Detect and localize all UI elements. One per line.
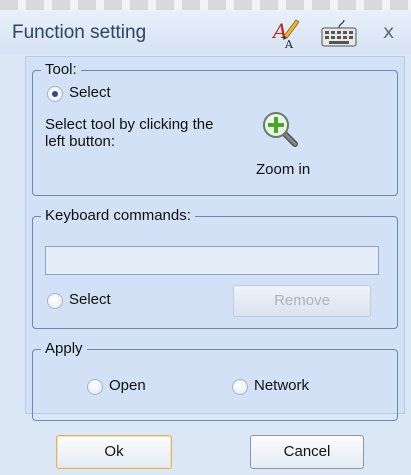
window-title: Function setting bbox=[12, 22, 147, 43]
apply-open-radio[interactable] bbox=[87, 379, 103, 395]
background-strip bbox=[0, 0, 411, 10]
remove-button[interactable]: Remove bbox=[233, 285, 371, 317]
keyboard-icon[interactable] bbox=[320, 20, 358, 48]
keyboard-commands-group: Keyboard commands: Select Remove bbox=[32, 207, 398, 329]
apply-network-radio[interactable] bbox=[232, 379, 248, 395]
tool-group: Tool: Select Select tool by clicking the… bbox=[32, 61, 398, 196]
function-setting-dialog: Function setting A A x Tool: Select Sele… bbox=[0, 10, 411, 475]
svg-text:A: A bbox=[284, 38, 294, 50]
keyboard-commands-legend: Keyboard commands: bbox=[41, 207, 195, 224]
tool-select-label[interactable]: Select bbox=[69, 84, 111, 101]
apply-legend: Apply bbox=[41, 340, 87, 357]
keyboard-command-field[interactable] bbox=[45, 246, 379, 275]
apply-network-label[interactable]: Network bbox=[254, 377, 309, 394]
apply-open-label[interactable]: Open bbox=[109, 377, 146, 394]
zoom-in-label[interactable]: Zoom in bbox=[256, 161, 310, 178]
keyboard-select-label[interactable]: Select bbox=[69, 291, 111, 308]
apply-group: Apply Open Network bbox=[32, 340, 398, 421]
tool-group-legend: Tool: bbox=[41, 61, 81, 78]
tool-description: Select tool by clicking the left button: bbox=[45, 116, 214, 150]
title-bar[interactable]: Function setting A A x bbox=[0, 10, 411, 54]
zoom-in-icon[interactable] bbox=[261, 110, 301, 150]
keyboard-select-radio[interactable] bbox=[47, 293, 63, 309]
ok-button[interactable]: Ok bbox=[56, 435, 172, 469]
close-icon[interactable]: x bbox=[383, 21, 394, 43]
settings-panel: Tool: Select Select tool by clicking the… bbox=[25, 56, 405, 421]
font-settings-icon[interactable]: A A bbox=[272, 16, 302, 50]
tool-select-radio[interactable] bbox=[47, 86, 63, 102]
cancel-button[interactable]: Cancel bbox=[250, 435, 364, 469]
